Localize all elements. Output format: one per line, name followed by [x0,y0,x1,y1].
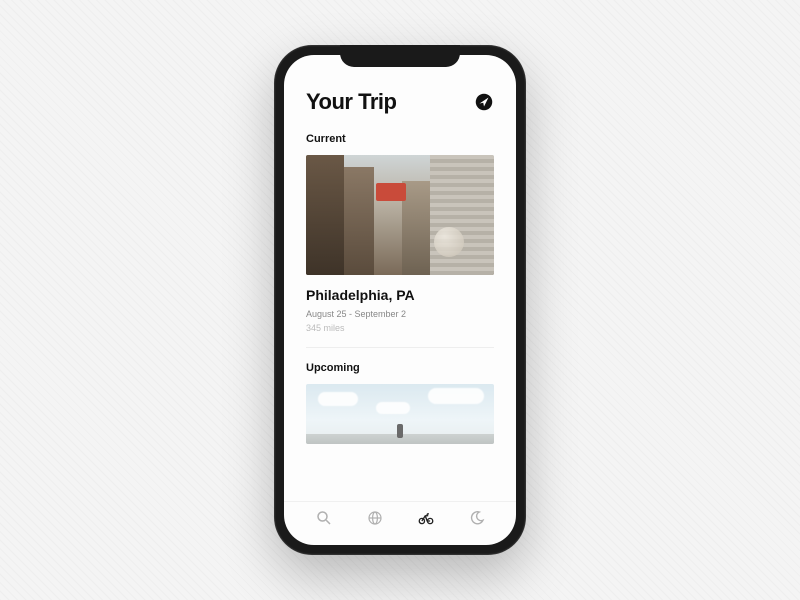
trip-dates: August 25 - September 2 [306,309,494,319]
trip-distance: 345 miles [306,323,494,333]
divider [306,347,494,348]
section-label-current: Current [306,133,494,145]
header: Your Trip [306,89,494,115]
globe-icon [366,509,384,532]
tab-globe[interactable] [364,510,386,532]
search-icon [315,509,333,532]
trip-destination: Philadelphia, PA [306,287,494,303]
screen: Your Trip Current Philadelphia, PA Augus… [284,55,516,545]
tab-moon[interactable] [466,510,488,532]
section-label-upcoming: Upcoming [306,362,494,374]
bicycle-icon [417,509,435,532]
current-trip-image[interactable] [306,155,494,275]
tab-bike[interactable] [415,510,437,532]
phone-frame: Your Trip Current Philadelphia, PA Augus… [274,45,526,555]
tab-search[interactable] [313,510,335,532]
page-title: Your Trip [306,89,396,115]
scroll-content[interactable]: Your Trip Current Philadelphia, PA Augus… [284,55,516,501]
upcoming-trip-image[interactable] [306,384,494,444]
tab-bar [284,501,516,545]
navigation-arrow-icon[interactable] [474,92,494,112]
moon-icon [468,509,486,532]
phone-notch [340,45,460,67]
